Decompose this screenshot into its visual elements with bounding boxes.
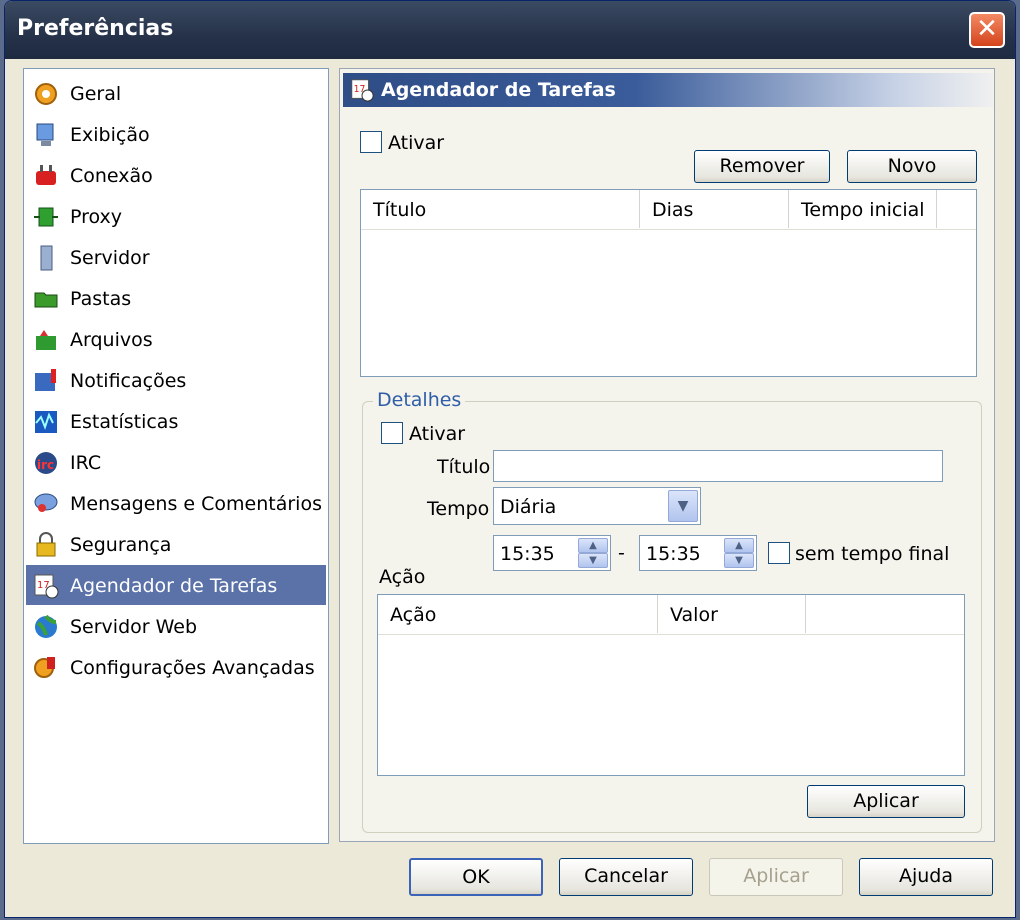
- column-header-acao[interactable]: Ação: [378, 595, 658, 633]
- column-header-dias[interactable]: Dias: [640, 190, 789, 228]
- advanced-settings-icon: [34, 657, 55, 678]
- preferences-window: Preferências ✕ Geral Exibição Conexão Pr…: [4, 0, 1016, 918]
- close-icon: ✕: [976, 14, 998, 44]
- start-time-down-icon[interactable]: ▼: [578, 553, 608, 568]
- sidebar-item-label: IRC: [70, 452, 102, 474]
- irc-icon: irc: [35, 452, 57, 474]
- apply-action-button[interactable]: Aplicar: [807, 785, 965, 818]
- sidebar-item-servidor-web[interactable]: Servidor Web: [26, 606, 326, 646]
- remove-button[interactable]: Remover: [694, 150, 830, 183]
- end-time-value: 15:35: [646, 543, 701, 565]
- sidebar-item-label: Agendador de Tarefas: [70, 575, 278, 597]
- sidebar-item-label: Notificações: [70, 370, 187, 392]
- actions-list-header: Ação Valor: [378, 595, 964, 635]
- sidebar-item-servidor[interactable]: Servidor: [26, 237, 326, 277]
- sidebar-item-label: Geral: [70, 83, 122, 105]
- enable-task-checkbox[interactable]: [381, 422, 403, 444]
- cancel-button[interactable]: Cancelar: [559, 858, 693, 896]
- close-button[interactable]: ✕: [969, 12, 1005, 48]
- end-time-up-icon[interactable]: ▲: [724, 538, 754, 553]
- sidebar-item-configuracoes-avancadas[interactable]: Configurações Avançadas: [26, 647, 326, 687]
- frequency-value: Diária: [500, 496, 557, 518]
- server-icon: [40, 245, 53, 271]
- sidebar-item-proxy[interactable]: Proxy: [26, 196, 326, 236]
- apply-button: Aplicar: [709, 858, 843, 896]
- sidebar-item-label: Pastas: [70, 288, 132, 310]
- notification-icon: [35, 369, 56, 391]
- sidebar-item-label: Conexão: [70, 165, 153, 187]
- statistics-icon: [35, 411, 57, 433]
- tasks-list-header: Título Dias Tempo inicial: [361, 190, 976, 230]
- svg-text:irc: irc: [37, 458, 54, 472]
- tasks-list[interactable]: Título Dias Tempo inicial: [360, 189, 977, 377]
- column-header-titulo[interactable]: Título: [361, 190, 640, 228]
- files-icon: [36, 330, 56, 350]
- task-title-input[interactable]: [493, 450, 943, 482]
- sidebar-item-label: Proxy: [70, 206, 123, 228]
- details-groupbox: Detalhes Ativar Título Tempo Diária ▼ 15…: [362, 389, 982, 833]
- sidebar-item-label: Mensagens e Comentários: [70, 493, 322, 515]
- preferences-sidebar: Geral Exibição Conexão Proxy Servidor Pa…: [23, 68, 329, 844]
- sidebar-item-label: Arquivos: [70, 329, 153, 351]
- enable-scheduler-checkbox[interactable]: [360, 131, 382, 153]
- sidebar-item-label: Servidor: [70, 247, 150, 269]
- folder-icon: [34, 292, 58, 308]
- messages-icon: [34, 493, 58, 512]
- new-button[interactable]: Novo: [847, 150, 977, 183]
- sidebar-item-pastas[interactable]: Pastas: [26, 278, 326, 318]
- title-bar[interactable]: Preferências ✕: [5, 1, 1015, 59]
- no-end-time-checkbox[interactable]: [768, 542, 790, 564]
- sidebar-item-mensagens[interactable]: Mensagens e Comentários: [26, 483, 326, 523]
- sidebar-item-label: Configurações Avançadas: [70, 657, 315, 679]
- end-time-spinner[interactable]: 15:35 ▲ ▼: [639, 535, 757, 571]
- sidebar-item-label: Servidor Web: [70, 616, 198, 638]
- sidebar-item-exibicao[interactable]: Exibição: [26, 114, 326, 154]
- proxy-icon: [34, 207, 58, 227]
- window-title: Preferências: [17, 16, 174, 41]
- plug-icon: [36, 165, 56, 185]
- gear-icon: [35, 83, 57, 105]
- lock-icon: [36, 532, 56, 557]
- frequency-select[interactable]: Diária ▼: [493, 487, 701, 525]
- column-header-valor[interactable]: Valor: [658, 595, 806, 633]
- time-label: Tempo: [427, 498, 490, 520]
- start-time-up-icon[interactable]: ▲: [578, 538, 608, 553]
- ok-button[interactable]: OK: [409, 858, 543, 896]
- help-button[interactable]: Ajuda: [859, 858, 993, 896]
- monitor-icon: [36, 123, 54, 146]
- sidebar-item-geral[interactable]: Geral: [26, 73, 326, 113]
- sidebar-item-conexao[interactable]: Conexão: [26, 155, 326, 195]
- sidebar-item-label: Segurança: [70, 534, 172, 556]
- sidebar-item-notificacoes[interactable]: Notificações: [26, 360, 326, 400]
- scheduler-panel: 17 Agendador de Tarefas Ativar Remover N…: [339, 68, 995, 842]
- sidebar-item-estatisticas[interactable]: Estatísticas: [26, 401, 326, 441]
- action-label: Ação: [379, 566, 426, 588]
- enable-task-label: Ativar: [409, 423, 466, 445]
- calendar-clock-icon: 17: [34, 574, 59, 599]
- panel-header: 17 Agendador de Tarefas: [343, 73, 993, 107]
- details-legend: Detalhes: [373, 389, 466, 411]
- title-label: Título: [437, 456, 491, 478]
- start-time-value: 15:35: [500, 543, 555, 565]
- globe-icon: [35, 614, 57, 638]
- sidebar-item-arquivos[interactable]: Arquivos: [26, 319, 326, 359]
- panel-title: Agendador de Tarefas: [381, 79, 616, 101]
- end-time-down-icon[interactable]: ▼: [724, 553, 754, 568]
- enable-scheduler-label: Ativar: [388, 132, 445, 154]
- time-separator: -: [618, 542, 625, 564]
- column-header-tempo-inicial[interactable]: Tempo inicial: [789, 190, 937, 228]
- sidebar-item-label: Exibição: [70, 124, 150, 146]
- calendar-clock-icon: 17: [351, 79, 374, 102]
- sidebar-item-irc[interactable]: irc IRC: [26, 442, 326, 482]
- no-end-time-label: sem tempo final: [795, 543, 950, 565]
- chevron-down-icon[interactable]: ▼: [668, 490, 698, 522]
- actions-list[interactable]: Ação Valor: [377, 594, 965, 776]
- sidebar-item-label: Estatísticas: [70, 411, 179, 433]
- sidebar-item-agendador[interactable]: 17 Agendador de Tarefas: [26, 565, 326, 605]
- start-time-spinner[interactable]: 15:35 ▲ ▼: [493, 535, 611, 571]
- sidebar-item-seguranca[interactable]: Segurança: [26, 524, 326, 564]
